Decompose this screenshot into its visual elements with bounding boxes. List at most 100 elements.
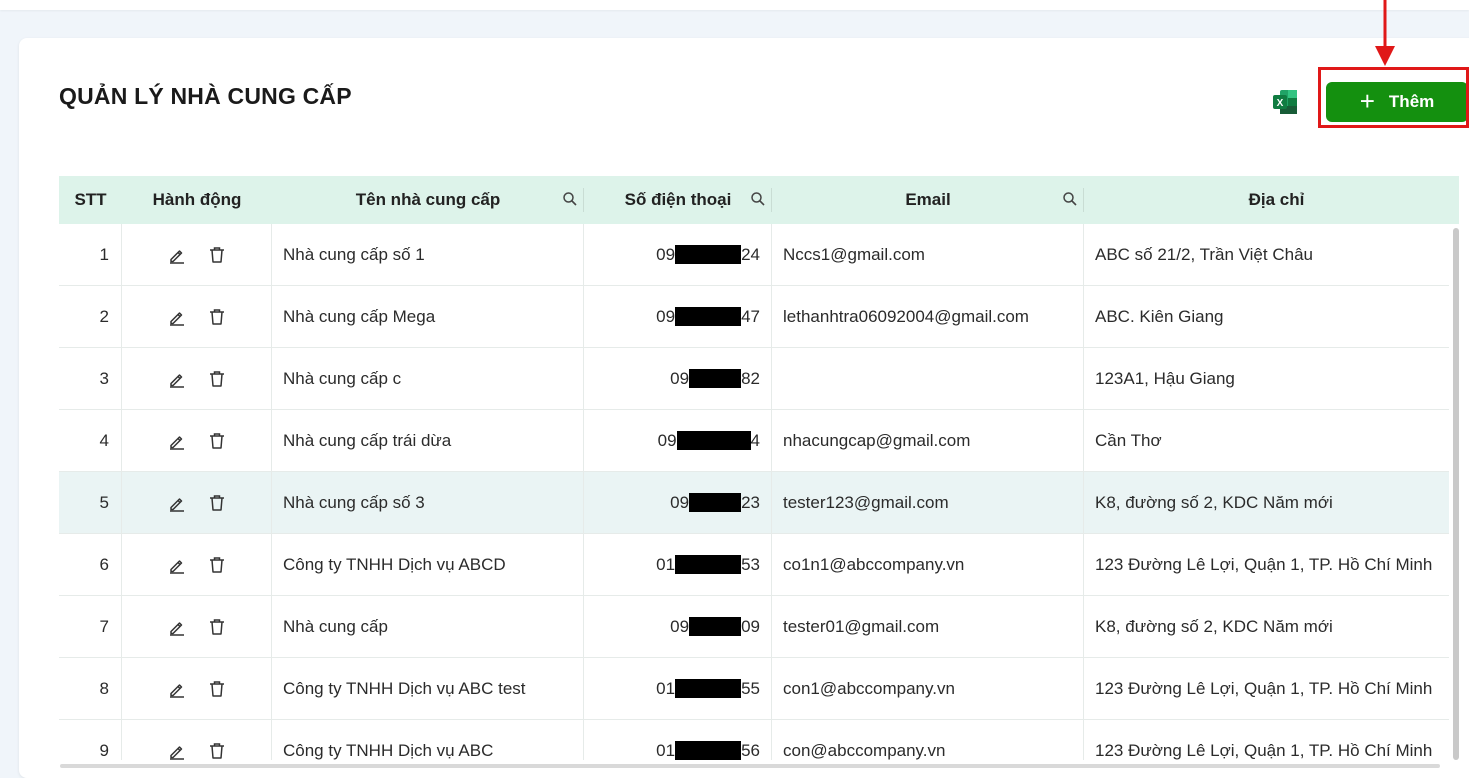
cell-phone: 09 47 [584,286,772,347]
table-scrollbar[interactable] [1451,224,1461,764]
address-value: ABC số 21/2, Trần Việt Châu [1095,244,1313,264]
edit-icon[interactable] [168,556,186,574]
trash-icon[interactable] [208,246,226,264]
cell-address: 123A1, Hậu Giang [1084,348,1449,409]
cell-address: ABC. Kiên Giang [1084,286,1449,347]
edit-icon[interactable] [168,494,186,512]
phone-prefix: 09 [670,616,690,636]
address-value: K8, đường số 2, KDC Năm mới [1095,616,1333,636]
edit-icon[interactable] [168,370,186,388]
phone-redaction [675,741,742,760]
phone-prefix: 09 [656,306,676,326]
cell-stt: 5 [59,472,122,533]
cell-name: Nhà cung cấp số 3 [272,472,584,533]
scrollbar-thumb[interactable] [1453,228,1459,760]
edit-icon[interactable] [168,742,186,760]
phone-redaction [675,245,742,264]
trash-icon[interactable] [208,680,226,698]
cell-address: K8, đường số 2, KDC Năm mới [1084,596,1449,657]
cell-email: Nccs1@gmail.com [772,224,1084,285]
stt-value: 3 [99,368,109,388]
column-label: Địa chỉ [1248,190,1305,209]
search-icon[interactable] [562,191,578,207]
trash-icon[interactable] [208,370,226,388]
cell-email: co1n1@abccompany.vn [772,534,1084,595]
email-value: tester01@gmail.com [783,616,940,636]
cell-stt: 1 [59,224,122,285]
column-header-address: Địa chỉ [1084,176,1459,224]
trash-icon[interactable] [208,308,226,326]
phone-redaction [675,307,742,326]
table-row[interactable]: 8 Công ty TNHH Dịch vụ ABC test 01 55 con1@a… [59,658,1449,720]
column-label: Tên nhà cung cấp [355,190,501,209]
table-row[interactable]: 9 Công ty TNHH Dịch vụ ABC 01 56 con@abccomp… [59,720,1449,760]
trash-icon[interactable] [208,494,226,512]
table-row[interactable]: 2 Nhà cung cấp Mega 09 47 lethanhtra06092004… [59,286,1449,348]
cell-name: Nhà cung cấp số 1 [272,224,584,285]
phone-redaction [676,431,751,450]
phone-redaction [689,493,742,512]
search-icon[interactable] [1062,191,1078,207]
table-row[interactable]: 6 Công ty TNHH Dịch vụ ABCD 01 53 co1n1@abcc… [59,534,1449,596]
edit-icon[interactable] [168,432,186,450]
stt-value: 2 [99,306,109,326]
email-value: con@abccompany.vn [783,740,946,760]
edit-icon[interactable] [168,246,186,264]
column-header-phone: Số điện thoại [584,176,772,224]
trash-icon[interactable] [208,556,226,574]
column-label: Số điện thoại [624,190,732,209]
address-value: K8, đường số 2, KDC Năm mới [1095,492,1333,512]
phone-prefix: 01 [656,554,676,574]
edit-icon[interactable] [168,308,186,326]
phone-redaction [689,369,742,388]
table-row[interactable]: 3 Nhà cung cấp c 09 82 123A1, Hậu Giang [59,348,1449,410]
add-supplier-button[interactable]: + Thêm [1326,82,1468,122]
cell-phone: 09 09 [584,596,772,657]
phone-prefix: 01 [656,678,676,698]
cell-name: Nhà cung cấp [272,596,584,657]
phone-suffix: 47 [741,306,760,326]
trash-icon[interactable] [208,432,226,450]
supplier-table: STT Hành động Tên nhà cung cấp Số điện t… [59,176,1459,760]
cell-stt: 2 [59,286,122,347]
cell-address: 123 Đường Lê Lợi, Quận 1, TP. Hồ Chí Min… [1084,534,1449,595]
cell-name: Công ty TNHH Dịch vụ ABC test [272,658,584,719]
cell-phone: 01 53 [584,534,772,595]
excel-icon[interactable]: X [1271,88,1299,116]
table-row[interactable]: 1 Nhà cung cấp số 1 09 24 Nccs1@gmail.com ABC… [59,224,1449,286]
cell-actions [122,472,272,533]
edit-icon[interactable] [168,618,186,636]
column-header-stt: STT [59,176,122,224]
address-value: 123 Đường Lê Lợi, Quận 1, TP. Hồ Chí Min… [1095,740,1433,760]
phone-redaction [675,679,742,698]
phone-prefix: 09 [656,244,676,264]
search-icon[interactable] [750,191,766,207]
cell-stt: 7 [59,596,122,657]
cell-address: 123 Đường Lê Lợi, Quận 1, TP. Hồ Chí Min… [1084,720,1449,760]
supplier-name: Công ty TNHH Dịch vụ ABC [283,740,494,760]
table-row[interactable]: 5 Nhà cung cấp số 3 09 23 tester123@gmail.co… [59,472,1449,534]
address-value: ABC. Kiên Giang [1095,306,1224,326]
cell-phone: 09 24 [584,224,772,285]
cell-stt: 3 [59,348,122,409]
edit-icon[interactable] [168,680,186,698]
trash-icon[interactable] [208,618,226,636]
phone-suffix: 56 [741,740,760,760]
top-header-bar [0,0,1469,10]
phone-redaction [689,617,742,636]
cell-name: Công ty TNHH Dịch vụ ABCD [272,534,584,595]
table-row[interactable]: 7 Nhà cung cấp 09 09 tester01@gmail.com K8, đ… [59,596,1449,658]
horizontal-scrollbar[interactable] [60,764,1440,768]
cell-email: nhacungcap@gmail.com [772,410,1084,471]
cell-name: Công ty TNHH Dịch vụ ABC [272,720,584,760]
column-header-actions: Hành động [122,176,272,224]
trash-icon[interactable] [208,742,226,760]
table-row[interactable]: 4 Nhà cung cấp trái dừa 09 4 nhacungcap@gmai… [59,410,1449,472]
cell-email: lethanhtra06092004@gmail.com [772,286,1084,347]
cell-actions [122,534,272,595]
phone-suffix: 4 [750,430,760,450]
cell-phone: 09 82 [584,348,772,409]
supplier-name: Nhà cung cấp Mega [283,306,436,326]
stt-value: 1 [99,244,109,264]
cell-address: K8, đường số 2, KDC Năm mới [1084,472,1449,533]
